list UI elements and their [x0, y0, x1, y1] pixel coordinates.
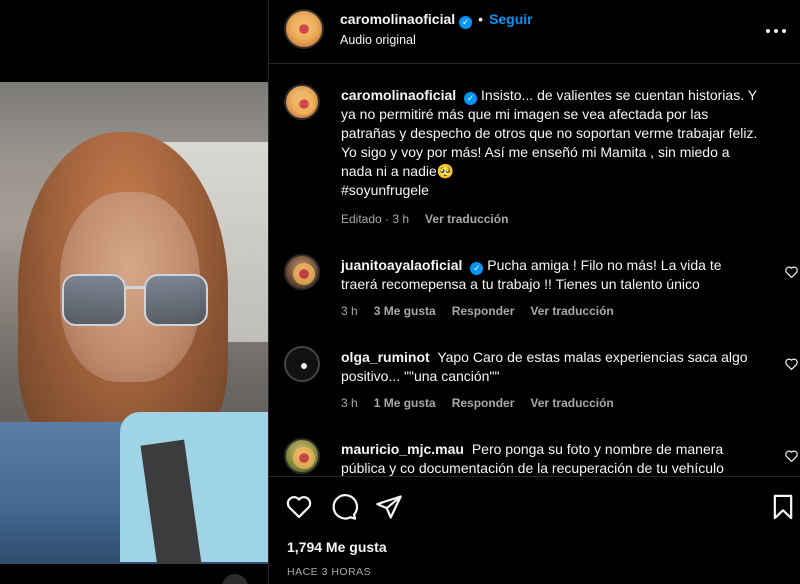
comment-body: mauricio_mjc.mau Pero ponga su foto y no… — [341, 440, 761, 476]
author-avatar[interactable] — [284, 9, 324, 49]
comment-translate-link[interactable]: Ver traducción — [530, 304, 613, 318]
caption-translate-link[interactable]: Ver traducción — [425, 212, 508, 226]
post-media[interactable] — [0, 0, 268, 584]
separator-dot: • — [478, 11, 484, 27]
caption-meta: Editado · 3 h Ver traducción — [341, 212, 524, 226]
comment-translate-link[interactable]: Ver traducción — [530, 396, 613, 410]
media-control-dot[interactable] — [222, 574, 248, 584]
post-header: caromolinaoficial ✓ • Seguir Audio original — [269, 0, 800, 64]
post-timestamp: HACE 3 HORAS — [287, 566, 372, 578]
comment-username[interactable]: mauricio_mjc.mau — [341, 441, 464, 457]
caption-body: caromolinaoficial ✓ Insisto... de valient… — [341, 86, 761, 200]
sunglasses — [62, 274, 208, 334]
comment-time: 3 h — [341, 396, 358, 410]
comment-icon[interactable] — [330, 493, 359, 521]
verified-badge-icon: ✓ — [459, 16, 473, 29]
comment-likes[interactable]: 1 Me gusta — [374, 396, 436, 410]
comment-reply-button[interactable]: Responder — [452, 304, 515, 318]
comment-body: juanitoayalaoficial ✓ Pucha amiga ! Filo … — [341, 256, 761, 294]
comment-username[interactable]: juanitoayalaoficial — [341, 257, 462, 273]
bookmark-icon[interactable] — [769, 493, 797, 521]
follow-button[interactable]: Seguir — [489, 11, 533, 27]
comment-body: olga_ruminot Yapo Caro de estas malas ex… — [341, 348, 761, 386]
post-actions: 1,794 Me gusta HACE 3 HORAS — [269, 476, 800, 584]
comments-section[interactable]: caromolinaoficial ✓ Insisto... de valient… — [269, 64, 800, 476]
comment-meta: 3 h 3 Me gusta Responder Ver traducción — [341, 304, 630, 318]
comment-avatar[interactable] — [284, 346, 320, 382]
audio-label[interactable]: Audio original — [340, 33, 416, 47]
heart-icon[interactable] — [285, 493, 313, 521]
comment-reply-button[interactable]: Responder — [452, 396, 515, 410]
comment-avatar[interactable] — [284, 254, 320, 290]
caption-avatar[interactable] — [284, 84, 320, 120]
verified-badge-icon: ✓ — [464, 92, 478, 105]
header-line: caromolinaoficial ✓ • Seguir — [340, 11, 533, 29]
comment-avatar[interactable] — [284, 438, 320, 474]
post-panel: caromolinaoficial ✓ • Seguir Audio original… — [268, 0, 800, 584]
comment-like-heart-icon[interactable] — [785, 266, 799, 280]
caption-edited: Editado · 3 h — [341, 212, 410, 226]
comment-meta: 3 h 1 Me gusta Responder Ver traducción — [341, 396, 630, 410]
comment-like-heart-icon[interactable] — [785, 450, 799, 464]
likes-count[interactable]: 1,794 Me gusta — [287, 539, 387, 555]
caption-hashtag[interactable]: #soyunfrugele — [341, 182, 429, 198]
comment-like-heart-icon[interactable] — [785, 358, 799, 372]
comment-likes[interactable]: 3 Me gusta — [374, 304, 436, 318]
verified-badge-icon: ✓ — [470, 262, 484, 275]
comment-username[interactable]: olga_ruminot — [341, 349, 430, 365]
post-photo — [0, 82, 268, 564]
comment-time: 3 h — [341, 304, 358, 318]
author-username[interactable]: caromolinaoficial — [340, 11, 455, 27]
more-horizontal-icon[interactable] — [765, 18, 787, 38]
share-icon[interactable] — [375, 493, 403, 521]
caption-username[interactable]: caromolinaoficial — [341, 87, 456, 103]
